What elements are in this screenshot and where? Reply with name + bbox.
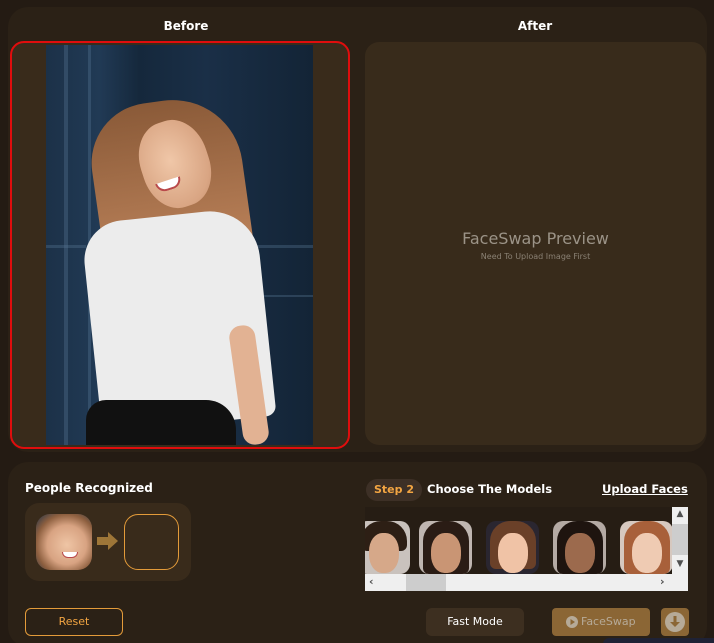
horizontal-scroll-thumb[interactable] (406, 574, 446, 591)
uploaded-photo (46, 45, 313, 445)
arrow-right-icon (97, 532, 118, 550)
before-label: Before (163, 19, 209, 33)
model-item[interactable] (620, 521, 672, 574)
preview-subtitle: Need To Upload Image First (480, 252, 591, 261)
fast-mode-button[interactable]: Fast Mode (426, 608, 524, 636)
floating-widget[interactable] (603, 638, 714, 643)
people-recognized-title: People Recognized (25, 481, 153, 495)
models-list: ▲ ▼ ‹ › (365, 507, 688, 591)
before-image-frame[interactable] (10, 41, 350, 449)
faceswap-button[interactable]: FaceSwap (552, 608, 650, 636)
horizontal-scrollbar[interactable]: ‹ › (365, 574, 688, 591)
download-icon (665, 612, 685, 632)
download-button[interactable] (661, 608, 689, 636)
target-face-slot[interactable] (124, 514, 179, 570)
model-item[interactable] (365, 521, 410, 574)
reset-button[interactable]: Reset (25, 608, 123, 636)
people-recognized-box (25, 503, 191, 581)
controls-panel: People Recognized Step 2 Choose The Mode… (8, 462, 707, 643)
scroll-left-icon[interactable]: ‹ (369, 575, 374, 588)
step-badge: Step 2 (366, 479, 422, 501)
after-preview-frame: FaceSwap Preview Need To Upload Image Fi… (365, 42, 706, 445)
vertical-scrollbar[interactable]: ▲ ▼ (672, 507, 688, 574)
faceswap-label: FaceSwap (581, 615, 636, 628)
model-item[interactable] (419, 521, 472, 574)
vertical-scroll-thumb[interactable] (672, 524, 688, 555)
after-label: After (517, 19, 553, 33)
upload-faces-link[interactable]: Upload Faces (602, 482, 688, 496)
play-icon (566, 616, 578, 628)
scroll-right-icon[interactable]: › (660, 575, 665, 588)
model-item[interactable] (553, 521, 606, 574)
detected-face-thumbnail[interactable] (36, 514, 92, 570)
model-item[interactable] (486, 521, 539, 574)
preview-title: FaceSwap Preview (462, 229, 609, 248)
scroll-down-icon[interactable]: ▼ (672, 559, 688, 569)
scroll-up-icon[interactable]: ▲ (672, 509, 688, 519)
choose-models-title: Choose The Models (427, 482, 553, 496)
comparison-panel: Before After FaceSwap Preview Need To Up… (8, 7, 707, 452)
